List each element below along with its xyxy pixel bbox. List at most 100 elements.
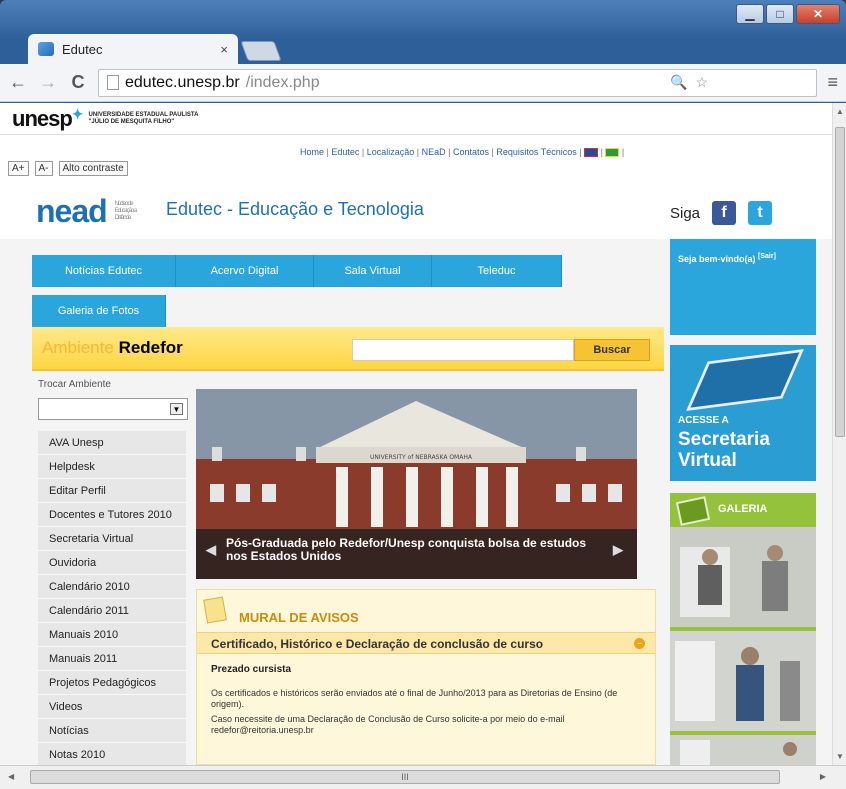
favicon-icon — [38, 42, 54, 56]
zoom-icon[interactable]: 🔍 — [670, 74, 687, 91]
topnav-edutec[interactable]: Edutec — [331, 147, 359, 157]
sidebar-item-secretaria[interactable]: Secretaria Virtual — [38, 527, 186, 551]
unesp-logo[interactable]: unesp✦ — [12, 106, 84, 132]
nav-noticias-edutec[interactable]: Notícias Edutec — [32, 255, 176, 287]
nav-acervo-digital[interactable]: Acervo Digital — [176, 255, 314, 287]
brazil-flag-icon[interactable] — [605, 148, 620, 158]
minimize-button[interactable]: ▁ — [736, 4, 764, 24]
page-viewport: unesp✦ UNIVERSIDADE ESTADUAL PAULISTA "J… — [0, 103, 832, 765]
scroll-left-icon[interactable]: ◀ — [8, 772, 14, 781]
logout-link[interactable]: [Sair] — [758, 253, 776, 260]
accessibility-controls: A+ A- Alto contraste — [8, 161, 128, 176]
address-bar[interactable]: edutec.unesp.br/index.php 🔍 ☆ — [98, 68, 818, 97]
sidebar-item-manuais-2011[interactable]: Manuais 2011 — [38, 647, 186, 671]
browser-toolbar: ← → C edutec.unesp.br/index.php 🔍 ☆ ≡ — [0, 64, 846, 102]
gallery-photo-3[interactable] — [670, 735, 816, 765]
tab-strip: Edutec × — [28, 30, 282, 64]
sidebar-item-ava-unesp[interactable]: AVA Unesp — [38, 431, 186, 455]
nead-logo-sub: Núcleo de Educação a Distância — [114, 201, 138, 221]
sidebar-item-videos[interactable]: Videos — [38, 695, 186, 719]
maximize-button[interactable]: □ — [766, 4, 794, 24]
social-follow: Siga f t — [670, 201, 773, 225]
sidebar-menu: AVA Unesp Helpdesk Editar Perfil Docente… — [38, 431, 186, 765]
aviso-paragraph-2: Caso necessite de uma Declaração de Conc… — [211, 714, 565, 735]
sidebar-item-calendario-2010[interactable]: Calendário 2010 — [38, 575, 186, 599]
mural-avisos: MURAL DE AVISOS Certificado, Histórico e… — [196, 589, 656, 765]
url-host: edutec.unesp.br — [125, 73, 240, 91]
topnav-localizacao[interactable]: Localização — [367, 147, 415, 157]
gallery-photo-1[interactable] — [670, 527, 816, 627]
sidebar-item-helpdesk[interactable]: Helpdesk — [38, 455, 186, 479]
secretaria-virtual-banner[interactable]: ACESSE A Secretaria Virtual — [670, 345, 816, 481]
sidebar-item-notas-2010[interactable]: Notas 2010 — [38, 743, 186, 765]
acesse-label: ACESSE A — [678, 415, 729, 426]
slide-caption[interactable]: ◀ Pós-Graduada pelo Redefor/Unesp conqui… — [196, 529, 637, 579]
news-slideshow[interactable]: UNIVERSITY of NEBRASKA OMAHA ◀ Pós-Gradu… — [196, 389, 637, 579]
building-sign: UNIVERSITY of NEBRASKA OMAHA — [370, 454, 473, 461]
book-icon — [686, 348, 804, 412]
scroll-up-icon[interactable]: ▲ — [836, 107, 844, 116]
new-tab-button[interactable] — [240, 41, 282, 61]
siga-label: Siga — [670, 204, 701, 222]
topnav-requisitos[interactable]: Requisitos Técnicos — [496, 147, 576, 157]
sidebar-item-projetos[interactable]: Projetos Pedagógicos — [38, 671, 186, 695]
welcome-text: Seja bem-vindo(a) — [678, 254, 756, 264]
nav-galeria-fotos[interactable]: Galeria de Fotos — [32, 295, 166, 327]
note-icon — [203, 596, 227, 624]
prev-arrow-icon[interactable]: ◀ — [206, 543, 216, 556]
menu-icon[interactable]: ≡ — [827, 72, 838, 93]
sidebar-item-editar-perfil[interactable]: Editar Perfil — [38, 479, 186, 503]
next-arrow-icon[interactable]: ▶ — [613, 543, 623, 556]
back-button[interactable]: ← — [8, 72, 28, 93]
horizontal-scroll-thumb[interactable]: III — [30, 770, 780, 784]
sidebar-item-calendario-2011[interactable]: Calendário 2011 — [38, 599, 186, 623]
search-input[interactable] — [352, 339, 574, 361]
trocar-ambiente-label: Trocar Ambiente — [38, 379, 111, 390]
url-path: /index.php — [245, 73, 320, 91]
horizontal-scrollbar[interactable]: ◀ III ▶ — [0, 765, 846, 789]
forward-button[interactable]: → — [38, 72, 58, 93]
gallery-photo-2[interactable] — [670, 631, 816, 731]
font-decrease-button[interactable]: A- — [34, 161, 53, 176]
topnav-contatos[interactable]: Contatos — [453, 147, 489, 157]
browser-window: ▁ □ ✕ Edutec × ← → C edutec.unesp.br/ind… — [0, 0, 846, 789]
font-increase-button[interactable]: A+ — [8, 161, 29, 176]
topnav-nead[interactable]: NEaD — [422, 147, 446, 157]
sidebar-item-ouvidoria[interactable]: Ouvidoria — [38, 551, 186, 575]
sidebar-item-manuais-2010[interactable]: Manuais 2010 — [38, 623, 186, 647]
aviso-header[interactable]: Certificado, Histórico e Declaração de c… — [197, 632, 655, 654]
page-icon — [107, 75, 119, 90]
aviso-paragraph-1: Os certificados e históricos serão envia… — [211, 688, 618, 709]
close-icon[interactable]: × — [220, 42, 228, 57]
galeria-title: GALERIA — [718, 503, 768, 515]
galeria-panel[interactable]: GALERIA — [670, 493, 816, 765]
topnav-home[interactable]: Home — [300, 147, 324, 157]
nead-logo[interactable]: nead Núcleo de Educação a Distância — [36, 193, 149, 230]
uk-flag-icon[interactable] — [584, 148, 599, 158]
twitter-icon[interactable]: t — [748, 201, 773, 225]
welcome-box: Seja bem-vindo(a) [Sair] — [670, 239, 816, 335]
vertical-scroll-thumb[interactable] — [835, 127, 845, 437]
nav-teleduc[interactable]: Teleduc — [432, 255, 562, 287]
sidebar-item-noticias[interactable]: Notícias — [38, 719, 186, 743]
sidebar-item-docentes[interactable]: Docentes e Tutores 2010 — [38, 503, 186, 527]
star-icon[interactable]: ☆ — [695, 74, 708, 91]
search-button[interactable]: Buscar — [574, 339, 650, 361]
high-contrast-button[interactable]: Alto contraste — [58, 161, 128, 176]
scroll-right-icon[interactable]: ▶ — [820, 772, 826, 781]
vertical-scrollbar[interactable]: ▲ ▼ — [832, 103, 846, 765]
close-window-button[interactable]: ✕ — [796, 4, 840, 24]
photos-icon — [675, 496, 711, 526]
ambiente-select[interactable]: ▼ — [38, 398, 188, 420]
collapse-icon[interactable]: − — [634, 638, 645, 649]
nav-sala-virtual[interactable]: Sala Virtual — [314, 255, 432, 287]
slide-caption-text: Pós-Graduada pelo Redefor/Unesp conquist… — [226, 536, 587, 563]
aviso-title: Certificado, Histórico e Declaração de c… — [211, 637, 544, 651]
unesp-subtitle: UNIVERSIDADE ESTADUAL PAULISTA "JÚLIO DE… — [88, 111, 199, 125]
reload-button[interactable]: C — [68, 72, 88, 93]
tab-edutec[interactable]: Edutec × — [28, 34, 238, 64]
window-controls: ▁ □ ✕ — [736, 4, 840, 24]
facebook-icon[interactable]: f — [712, 201, 737, 225]
mural-title: MURAL DE AVISOS — [239, 610, 359, 625]
scroll-down-icon[interactable]: ▼ — [836, 752, 844, 761]
